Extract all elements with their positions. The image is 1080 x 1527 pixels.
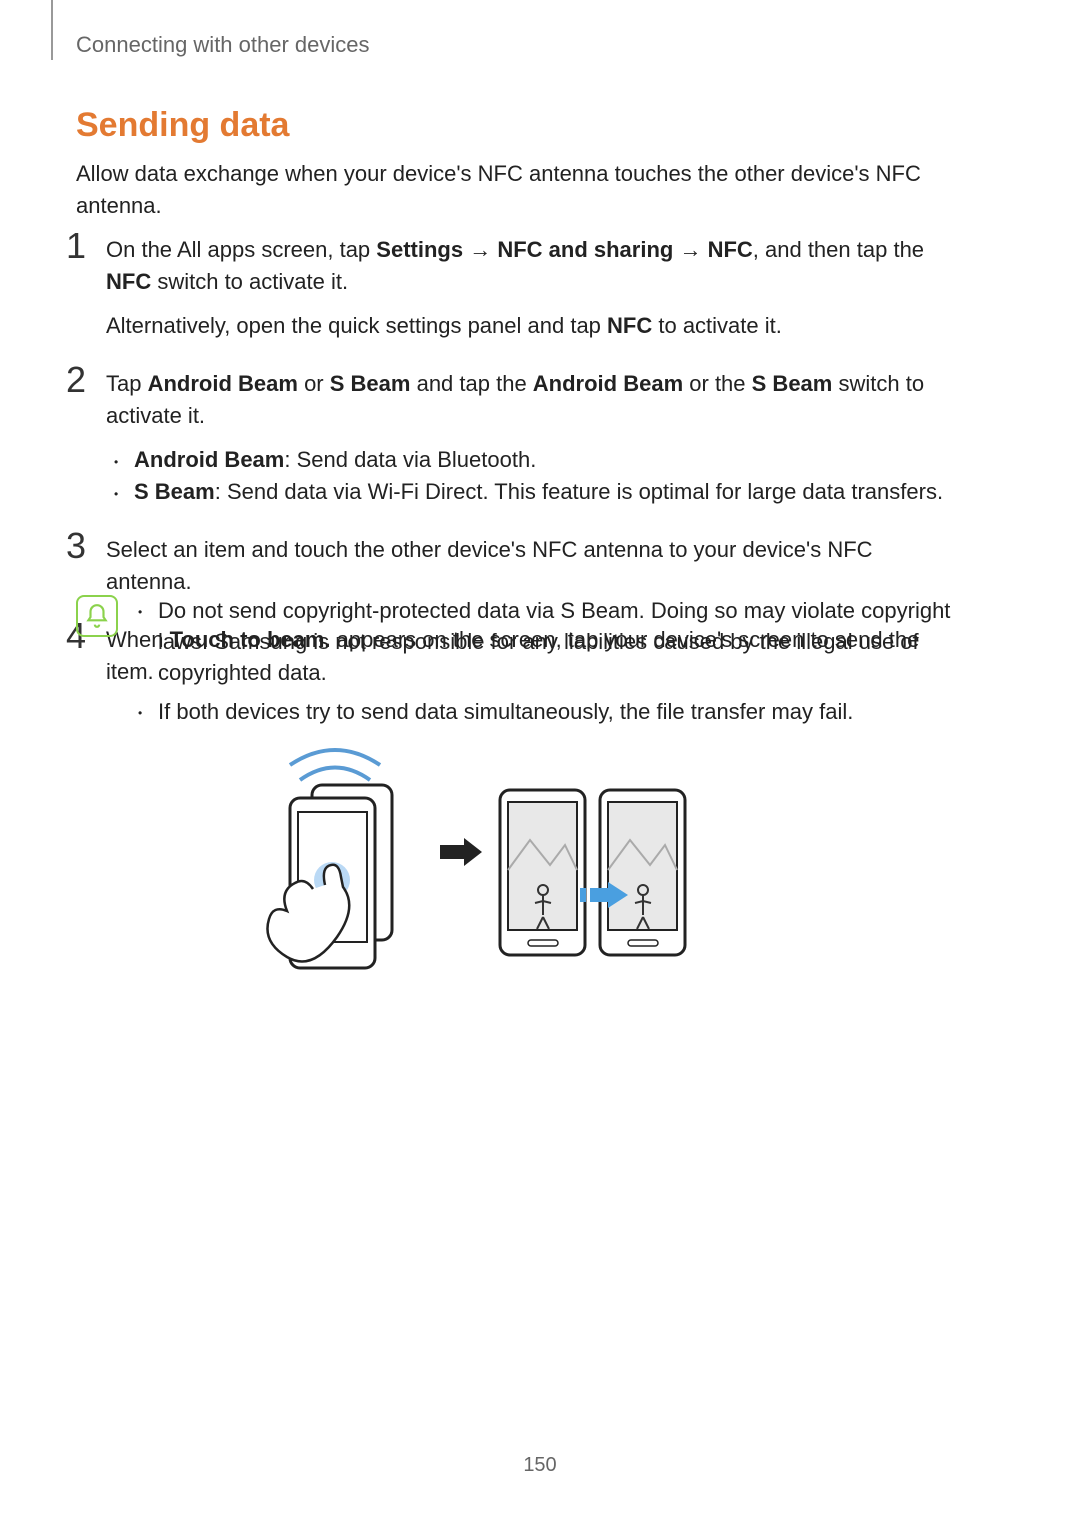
text: Alternatively, open the quick settings p… [106, 313, 607, 338]
text: Tap [106, 371, 148, 396]
bold-text: S Beam [330, 371, 411, 396]
bold-text: S Beam [752, 371, 833, 396]
bold-text: S Beam [134, 479, 215, 504]
step-1: 1 On the All apps screen, tap Settings →… [66, 228, 960, 342]
note-item: If both devices try to send data simulta… [138, 696, 970, 727]
bold-text: Android Beam [134, 447, 284, 472]
text: : Send data via Bluetooth. [284, 447, 536, 472]
step-text: Tap Android Beam or S Beam and tap the A… [106, 368, 960, 432]
note-icon-wrap [76, 595, 126, 637]
header-tab-line [51, 0, 53, 60]
step-body: Select an item and touch the other devic… [106, 528, 960, 598]
text: or the [683, 371, 751, 396]
intro-paragraph: Allow data exchange when your device's N… [76, 158, 956, 222]
step-body: Tap Android Beam or S Beam and tap the A… [106, 362, 960, 508]
step-body: On the All apps screen, tap Settings → N… [106, 228, 960, 342]
text: → [463, 237, 497, 262]
sub-list: Android Beam: Send data via Bluetooth. S… [106, 444, 960, 508]
sub-item: S Beam: Send data via Wi-Fi Direct. This… [134, 476, 960, 508]
section-title: Sending data [76, 106, 289, 145]
bold-text: NFC [708, 237, 753, 262]
bold-text: Settings [376, 237, 463, 262]
note-list: Do not send copyright-protected data via… [126, 595, 970, 727]
bell-icon [76, 595, 118, 637]
text: → [673, 237, 707, 262]
bold-text: NFC [106, 269, 151, 294]
step-text: Select an item and touch the other devic… [106, 534, 960, 598]
step-text: On the All apps screen, tap Settings → N… [106, 234, 960, 298]
text: switch to activate it. [151, 269, 348, 294]
text: and tap the [410, 371, 532, 396]
bold-text: Android Beam [148, 371, 298, 396]
bold-text: NFC and sharing [497, 237, 673, 262]
step-2: 2 Tap Android Beam or S Beam and tap the… [66, 362, 960, 508]
step-text: Alternatively, open the quick settings p… [106, 310, 960, 342]
step-number: 2 [66, 362, 106, 398]
text: to activate it. [652, 313, 782, 338]
page-number: 150 [0, 1454, 1080, 1477]
chapter-header: Connecting with other devices [76, 32, 370, 58]
text: or [298, 371, 330, 396]
text: On the All apps screen, tap [106, 237, 376, 262]
bold-text: Android Beam [533, 371, 683, 396]
note-block: Do not send copyright-protected data via… [76, 595, 970, 727]
note-item: Do not send copyright-protected data via… [138, 595, 970, 688]
nfc-illustration [250, 740, 700, 990]
step-number: 1 [66, 228, 106, 264]
text: : Send data via Wi-Fi Direct. This featu… [215, 479, 943, 504]
sub-item: Android Beam: Send data via Bluetooth. [134, 444, 960, 476]
step-3: 3 Select an item and touch the other dev… [66, 528, 960, 598]
step-number: 3 [66, 528, 106, 564]
bold-text: NFC [607, 313, 652, 338]
text: , and then tap the [753, 237, 924, 262]
